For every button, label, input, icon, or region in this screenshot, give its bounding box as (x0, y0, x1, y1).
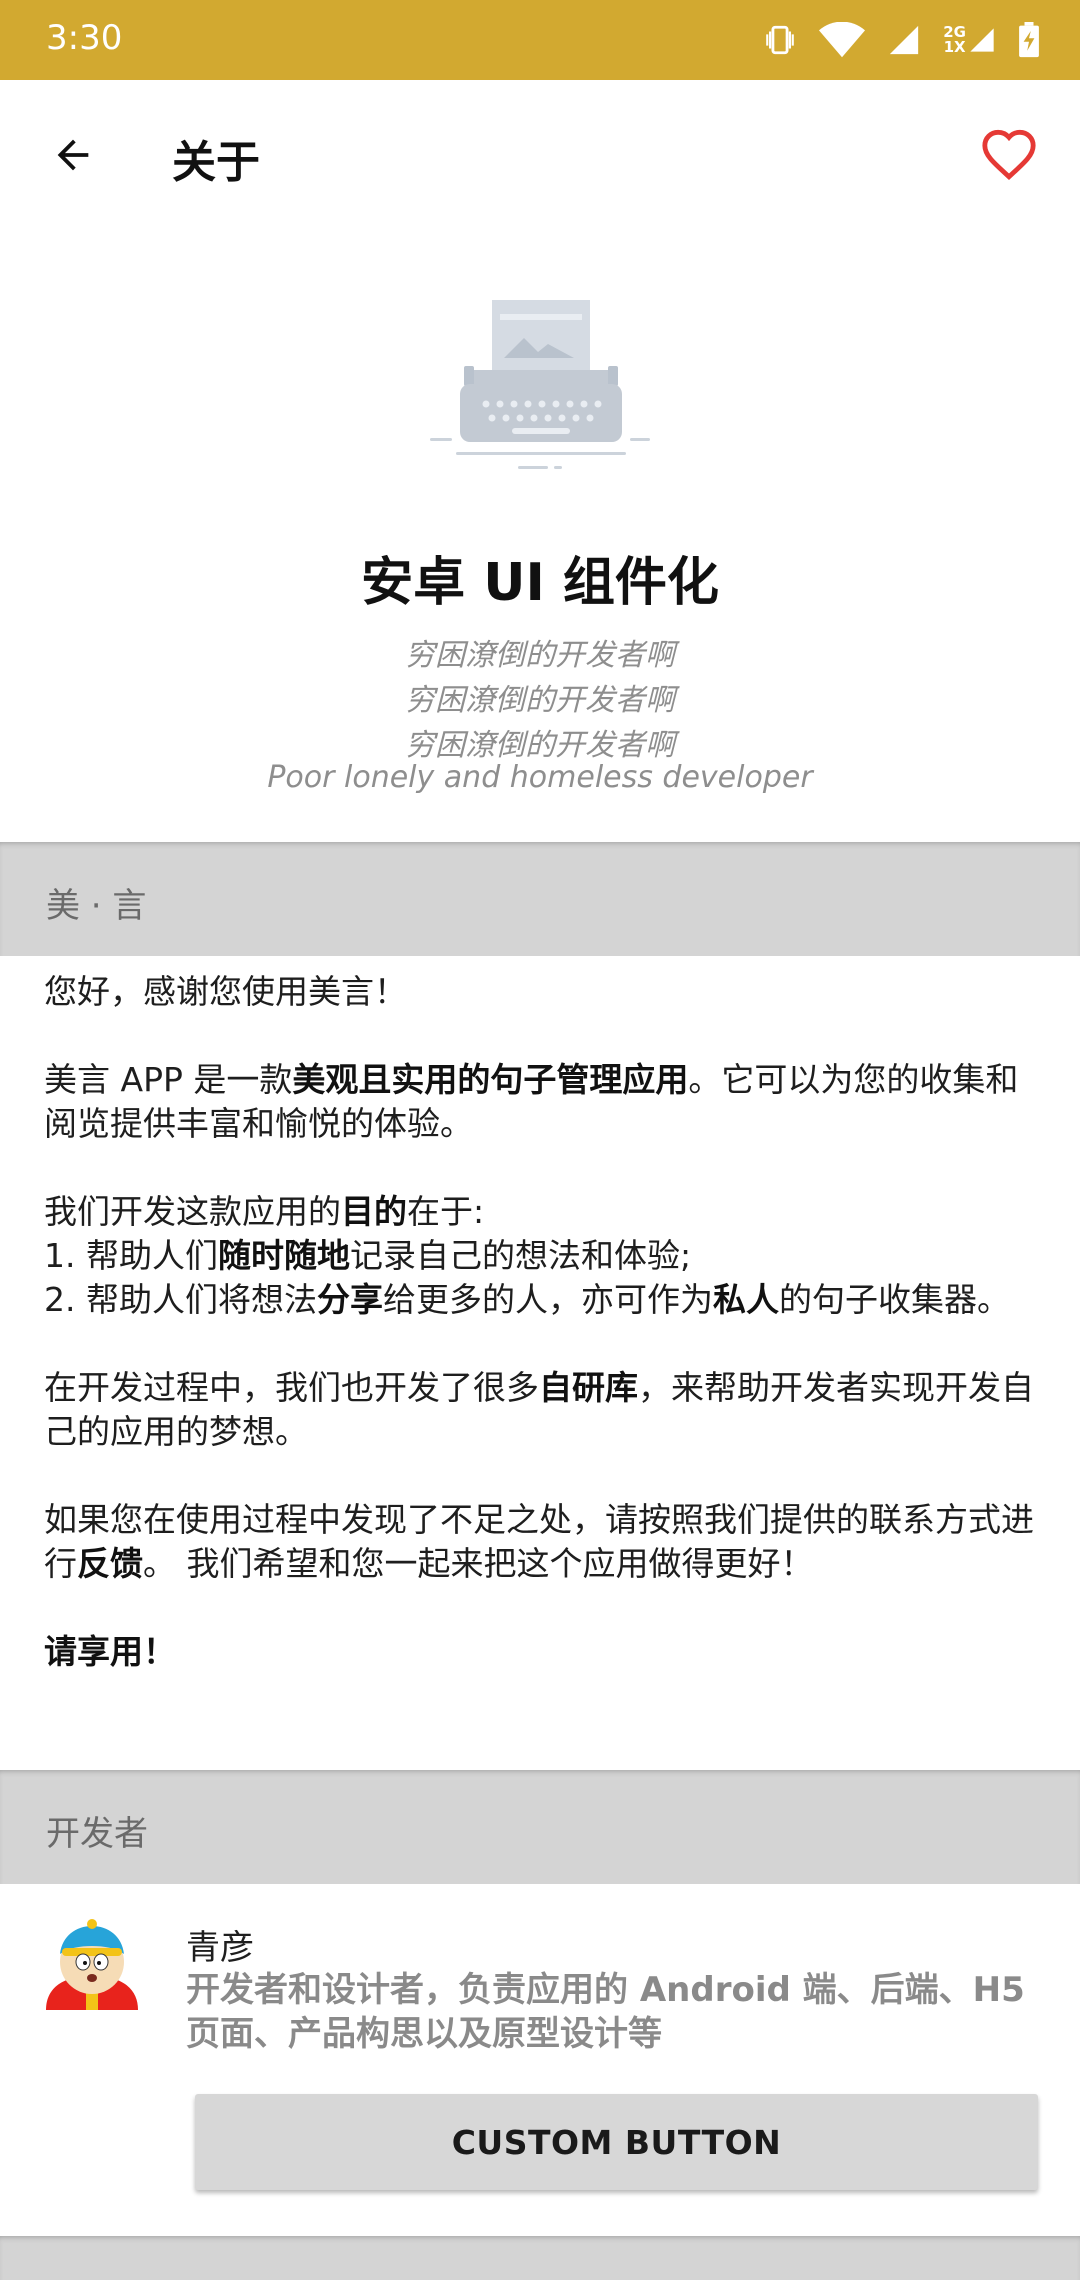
battery-charging-icon (1018, 22, 1040, 58)
section-header-meiyan: 美 · 言 (0, 842, 1080, 956)
section-label-meiyan: 美 · 言 (46, 886, 147, 926)
desc-paragraph-intro: 美言 APP 是一款美观且实用的句子管理应用。它可以为您的收集和阅览提供丰富和愉… (44, 1060, 1019, 1143)
network-type-bottom: 1X (943, 38, 966, 56)
typewriter-illustration (430, 300, 650, 469)
wifi-icon (819, 22, 866, 58)
arrow-back-icon (57, 139, 89, 171)
status-bar: 3:30 2G 1X (0, 0, 1080, 80)
cartoon-avatar (46, 1919, 138, 2010)
back-button[interactable] (40, 122, 106, 188)
status-time: 3:30 (46, 18, 123, 58)
section-header-developer: 开发者 (0, 1770, 1080, 1884)
desc-paragraph-purpose: 我们开发这款应用的目的在于: 1. 帮助人们随时随地记录自己的想法和体验; 2.… (44, 1192, 1010, 1319)
network-type: 2G 1X (943, 23, 996, 57)
about-hero: 安卓 UI 组件化 穷困潦倒的开发者啊 穷困潦倒的开发者啊 穷困潦倒的开发者啊 … (0, 230, 1080, 842)
toolbar: 关于 (0, 80, 1080, 230)
custom-button[interactable]: CUSTOM BUTTON (195, 2094, 1038, 2190)
desc-paragraph-feedback: 如果您在使用过程中发现了不足之处，请按照我们提供的联系方式进行反馈。 我们希望和… (44, 1500, 1034, 1583)
desc-paragraph-libraries: 在开发过程中，我们也开发了很多自研库，来帮助开发者实现开发自己的应用的梦想。 (44, 1368, 1034, 1451)
developer-role: 开发者和设计者，负责应用的 Android 端、后端、H5 页面、产品构思以及原… (186, 1970, 1025, 2054)
slogan-line-3: 穷困潦倒的开发者啊 (405, 728, 675, 763)
favorite-button[interactable] (974, 120, 1044, 190)
desc-greeting: 您好，感谢您使用美言！ (44, 972, 407, 1011)
developer-name: 青彦 (186, 1928, 254, 1968)
slogan-english: Poor lonely and homeless developer (267, 760, 813, 795)
vibrate-icon (763, 23, 797, 57)
app-name: 安卓 UI 组件化 (361, 553, 719, 613)
heart-outline-icon (982, 129, 1036, 181)
developer-item: 青彦 开发者和设计者，负责应用的 Android 端、后端、H5 页面、产品构思… (0, 1884, 1080, 2214)
page-title: 关于 (172, 137, 260, 188)
app-description: 您好，感谢您使用美言！ 美言 APP 是一款美观且实用的句子管理应用。它可以为您… (44, 970, 1039, 1718)
slogan-line-1: 穷困潦倒的开发者啊 (405, 638, 675, 673)
signal-icon (887, 23, 921, 57)
status-icons: 2G 1X (763, 18, 1040, 62)
slogan-line-2: 穷困潦倒的开发者啊 (405, 683, 675, 718)
section-header-next (0, 2236, 1080, 2280)
section-label-developer: 开发者 (46, 1814, 148, 1854)
desc-closing: 请享用！ (44, 1632, 176, 1671)
